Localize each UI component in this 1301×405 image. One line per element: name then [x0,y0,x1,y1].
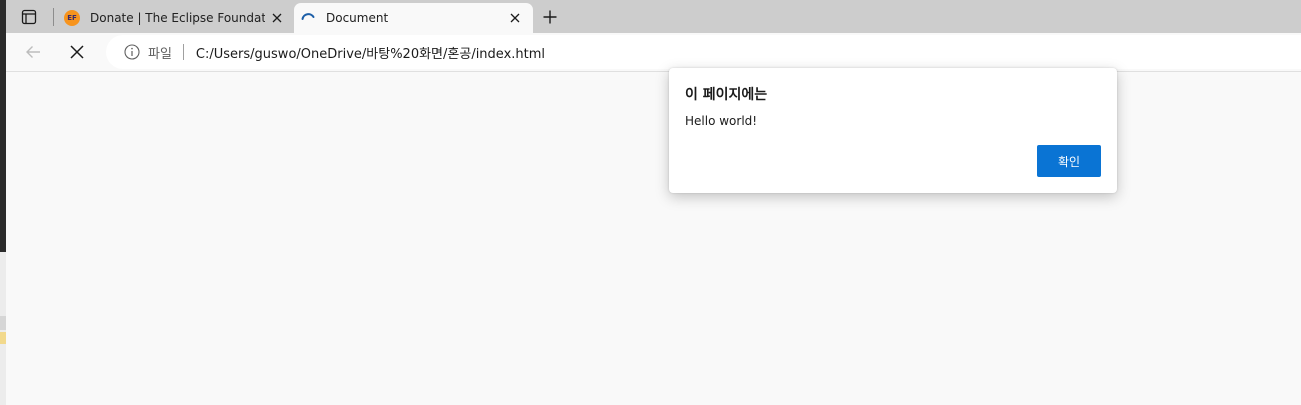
tab-actions-icon [21,9,37,25]
close-icon [272,13,282,23]
tab-donate[interactable]: EF Donate | The Eclipse Foundation [58,3,295,33]
desktop-edge-mark [0,316,6,330]
close-icon [70,45,84,59]
new-tab-button[interactable] [538,5,562,29]
site-info-button[interactable] [123,43,141,61]
alert-dialog: 이 페이지에는 Hello world! 확인 [669,68,1117,193]
tab-bar: EF Donate | The Eclipse Foundation Docum… [6,0,1301,33]
ok-button[interactable]: 확인 [1037,145,1101,177]
tab-separator [53,8,54,26]
desktop-edge-mark-2 [0,332,6,344]
tab-close-button[interactable] [265,6,289,30]
info-icon [124,44,140,60]
url-text[interactable]: C:/Users/guswo/OneDrive/바탕%20화면/혼공/index… [196,43,545,62]
tab-document[interactable]: Document [294,3,533,33]
tab-title: Donate | The Eclipse Foundation [90,11,265,25]
tab-actions-button[interactable] [12,5,46,29]
dialog-title: 이 페이지에는 [685,87,768,103]
back-arrow-icon [26,46,40,58]
tab-close-button[interactable] [503,6,527,30]
scheme-label: 파일 [148,46,172,62]
close-icon [510,13,520,23]
eclipse-favicon-icon: EF [64,10,80,26]
address-bar[interactable]: 파일 C:/Users/guswo/OneDrive/바탕%20화면/혼공/in… [106,35,1301,69]
loading-spinner-icon [301,13,315,20]
dialog-message: Hello world! [685,114,758,128]
plus-icon [543,10,557,24]
tab-title: Document [326,11,389,25]
address-separator [182,44,184,60]
navigation-toolbar: 파일 C:/Users/guswo/OneDrive/바탕%20화면/혼공/in… [6,33,1301,72]
stop-loading-button[interactable] [62,37,92,67]
back-button[interactable] [18,37,48,67]
